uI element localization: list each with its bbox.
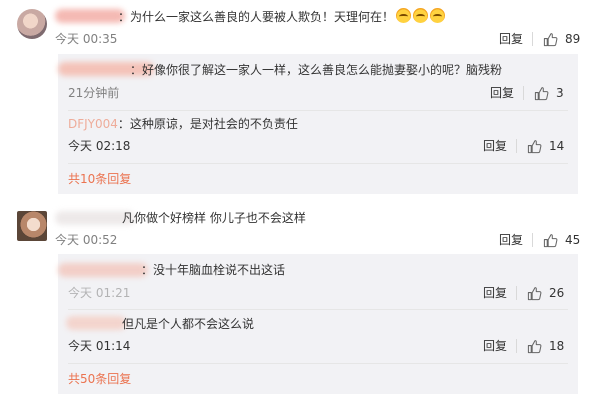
thumbs-up-icon <box>543 233 558 247</box>
reply-line: DFJY004：这种原谅，是对社会的不负责任 <box>68 116 298 132</box>
reply-text: ：好像你很了解这一家人一样，这么善良怎么能抛妻娶小的呢？脑残粉 <box>130 63 503 77</box>
like-button[interactable]: 89 <box>543 31 580 47</box>
reply-button[interactable]: 回复 <box>483 338 507 354</box>
comment-text: ：为什么一家这么善良的人要被人欺负！天理何在！ <box>118 8 446 25</box>
like-count: 45 <box>565 233 581 247</box>
divider <box>68 163 568 164</box>
like-button[interactable]: 26 <box>527 285 564 301</box>
like-button[interactable]: 18 <box>527 338 564 354</box>
divider <box>532 32 533 46</box>
divider <box>516 339 517 353</box>
divider <box>532 233 533 247</box>
like-button[interactable]: 45 <box>543 232 580 248</box>
more-replies-link[interactable]: 共50条回复 <box>68 371 131 387</box>
like-count: 18 <box>549 339 565 353</box>
like-count: 3 <box>556 86 564 100</box>
comment-time: 今天 00:35 <box>55 32 118 46</box>
thumbs-up-icon <box>527 339 542 353</box>
username-blurred[interactable] <box>55 9 125 23</box>
divider <box>68 309 568 310</box>
reply-text: ：这种原谅，是对社会的不负责任 <box>117 117 298 131</box>
reply-button[interactable]: 回复 <box>499 31 523 47</box>
like-count: 14 <box>549 139 565 153</box>
username-blurred[interactable] <box>58 263 148 277</box>
thumbs-up-icon <box>527 286 542 300</box>
comment-text: 凡你做个好榜样 你儿子也不会这样 <box>122 211 306 225</box>
avatar[interactable] <box>17 9 47 39</box>
reply-button[interactable]: 回复 <box>483 285 507 301</box>
username-blurred[interactable] <box>66 316 126 330</box>
divider <box>516 286 517 300</box>
reply-time: 今天 01:21 <box>68 286 131 300</box>
reply-text: 但凡是个人都不会这么说 <box>122 317 255 331</box>
comment-time: 今天 00:52 <box>55 233 118 247</box>
reply-username[interactable]: DFJY004 <box>68 117 118 131</box>
avatar[interactable] <box>17 211 47 241</box>
divider <box>68 110 568 111</box>
reply-button[interactable]: 回复 <box>490 85 514 101</box>
reply-time: 今天 01:14 <box>68 339 131 353</box>
crying-face-emoji-icon <box>413 8 429 23</box>
like-count: 89 <box>565 32 581 46</box>
like-button[interactable]: 14 <box>527 138 564 154</box>
reply-button[interactable]: 回复 <box>483 138 507 154</box>
divider <box>68 363 568 364</box>
reply-time: 21分钟前 <box>68 86 120 100</box>
reply-button[interactable]: 回复 <box>499 232 523 248</box>
divider <box>516 139 517 153</box>
crying-face-emoji-icon <box>430 8 446 23</box>
more-replies-link[interactable]: 共10条回复 <box>68 171 131 187</box>
reply-text: ：没十年脑血栓说不出这话 <box>141 263 286 277</box>
thumbs-up-icon <box>534 86 549 100</box>
thumbs-up-icon <box>543 32 558 46</box>
crying-face-emoji-icon <box>396 8 412 23</box>
like-count: 26 <box>549 286 565 300</box>
reply-time: 今天 02:18 <box>68 139 131 153</box>
like-button[interactable]: 3 <box>534 85 564 101</box>
thumbs-up-icon <box>527 139 542 153</box>
divider <box>523 86 524 100</box>
